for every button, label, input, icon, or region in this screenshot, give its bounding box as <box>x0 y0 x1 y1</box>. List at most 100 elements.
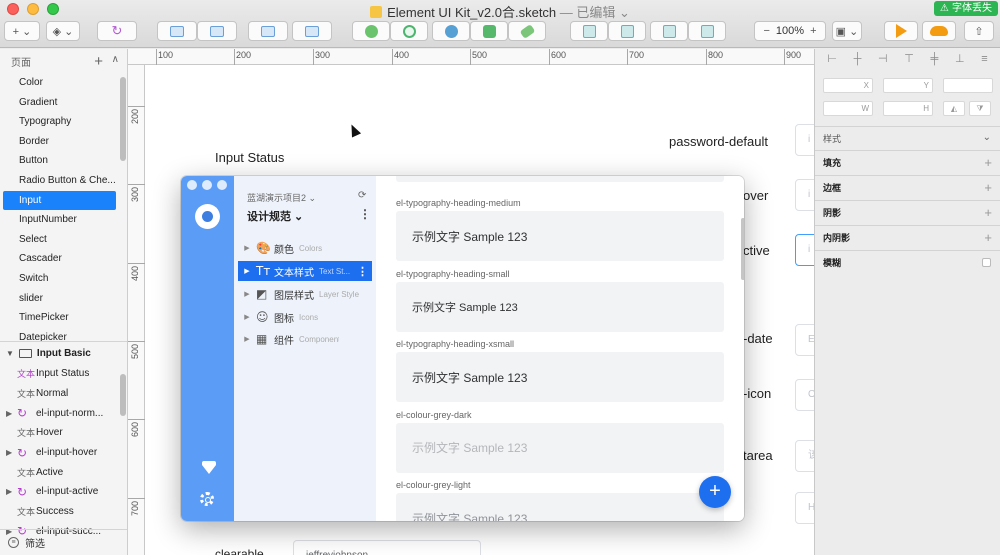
rotate-button[interactable] <box>432 21 470 41</box>
page-item[interactable]: Input <box>3 190 116 211</box>
zoom-out-button[interactable]: − <box>763 25 769 37</box>
caret-right-icon[interactable]: ▶ <box>6 448 17 457</box>
align-left-icon[interactable]: ⊢ <box>827 52 837 65</box>
intersect-button[interactable] <box>650 21 688 41</box>
input-active[interactable]: i <box>795 234 814 266</box>
caret-right-icon[interactable]: ▶ <box>238 313 256 321</box>
transform-button[interactable] <box>390 21 428 41</box>
layer-row[interactable]: 文本 Active <box>0 462 127 482</box>
page-item[interactable]: Cascader <box>0 249 116 269</box>
input-extra[interactable]: H <box>795 492 814 524</box>
page-item[interactable]: Switch <box>0 269 116 289</box>
clearable-input[interactable]: jeffreyjohnson... <box>293 540 481 555</box>
input-default[interactable]: i <box>795 124 814 156</box>
plugin-close-button[interactable] <box>187 180 197 190</box>
add-fill-icon[interactable]: + <box>984 155 992 170</box>
group-button[interactable] <box>248 21 288 41</box>
align-center-icon[interactable]: ┼ <box>854 53 862 65</box>
inspector-section[interactable]: 模糊 <box>815 250 1000 274</box>
add-page-button[interactable]: + <box>94 53 103 70</box>
minimize-window-button[interactable] <box>27 3 39 15</box>
plugin-nav-item[interactable]: ▶ ☺ 图标 Icons <box>238 307 372 327</box>
plugin-nav-item[interactable]: ▶ Tт 文本样式 Text St... ⋮ <box>238 261 372 281</box>
horizontal-ruler[interactable]: 100 200 300 400 500 600 700 800 900 <box>128 49 814 65</box>
edit-button[interactable] <box>352 21 390 41</box>
page-item[interactable]: Radio Button & Che... <box>0 171 116 191</box>
input-hover[interactable]: i <box>795 179 814 211</box>
text-style-card[interactable]: 示例文字 Sample 123 <box>396 352 724 402</box>
missing-font-badge[interactable]: ⚠ 字体丢失 <box>933 1 998 16</box>
layer-row[interactable]: ▶ ↻ el-input-norm... <box>0 403 127 423</box>
preview-button[interactable] <box>884 21 918 41</box>
difference-button[interactable] <box>688 21 726 41</box>
plugin-minimize-button[interactable] <box>202 180 212 190</box>
inspector-section[interactable]: 边框 + <box>815 175 1000 199</box>
add-border-icon[interactable]: + <box>984 180 992 195</box>
checkbox[interactable] <box>982 258 991 267</box>
add-shadow-icon[interactable]: + <box>984 205 992 220</box>
caret-right-icon[interactable]: ▶ <box>238 335 256 343</box>
page-item[interactable]: Color <box>0 73 116 93</box>
page-item[interactable]: TimePicker <box>0 308 116 328</box>
union-button[interactable] <box>570 21 608 41</box>
layer-row[interactable]: ▶ ↻ el-input-active <box>0 482 127 502</box>
subtract-button[interactable] <box>608 21 646 41</box>
layer-row[interactable]: 文本 Input Status <box>0 364 127 384</box>
layer-row[interactable]: 文本 Hover <box>0 423 127 443</box>
inspector-section[interactable]: 填充 + <box>815 150 1000 174</box>
inspector-section[interactable]: 样式 ⌄ <box>815 126 1000 150</box>
plugin-nav-item[interactable]: ▶ ◩ 图层样式 Layer Styles <box>238 284 372 304</box>
page-item[interactable]: slider <box>0 289 116 309</box>
layers-scrollbar[interactable] <box>120 374 126 416</box>
flatten-button[interactable] <box>470 21 508 41</box>
input-textarea[interactable]: 该 <box>795 440 814 472</box>
forward-button[interactable] <box>157 21 197 41</box>
add-inner-shadow-icon[interactable]: + <box>984 230 992 245</box>
layer-row[interactable]: ▶ ↻ el-input-hover <box>0 443 127 463</box>
inspector-section[interactable]: 阴影 + <box>815 200 1000 224</box>
flip-horizontal-button[interactable]: ◭ <box>943 101 965 116</box>
input-date[interactable]: E <box>795 324 814 356</box>
gear-icon[interactable] <box>200 492 214 506</box>
align-middle-icon[interactable]: ╪ <box>931 53 939 65</box>
create-symbol-button[interactable]: ↻ <box>97 21 137 41</box>
plugin-scrollbar[interactable] <box>741 218 744 280</box>
chevron-down-icon[interactable]: ⌄ <box>983 132 991 143</box>
mask-button[interactable] <box>508 21 546 41</box>
caret-right-icon[interactable]: ▶ <box>6 409 17 418</box>
caret-down-icon[interactable]: ▼ <box>6 349 14 358</box>
page-item[interactable]: InputNumber <box>0 210 116 230</box>
page-item[interactable]: Select <box>0 230 116 250</box>
align-top-icon[interactable]: ⊤ <box>904 52 914 65</box>
spec-selector[interactable]: 设计规范 ⌄ <box>247 208 303 224</box>
text-style-card[interactable] <box>396 176 724 182</box>
collapse-pages-button[interactable]: ∧ <box>112 54 119 65</box>
text-style-card[interactable]: 示例文字 Sample 123 <box>396 422 724 473</box>
layer-group-row[interactable]: ▼ Input Basic <box>0 342 127 364</box>
layer-row[interactable]: 文本 Normal <box>0 384 127 404</box>
layer-row[interactable]: 文本 Success <box>0 502 127 522</box>
y-field[interactable]: Y <box>883 78 933 93</box>
align-right-icon[interactable]: ⊣ <box>878 52 888 65</box>
refresh-icon[interactable]: ⟳ <box>358 190 366 201</box>
caret-right-icon[interactable]: ▶ <box>6 487 17 496</box>
vertical-ruler[interactable]: 200 300 400 500 600 700 <box>128 65 145 555</box>
flip-vertical-button[interactable]: ⧩ <box>969 101 991 116</box>
text-style-card[interactable]: 示例文字 Sample 123 <box>396 493 724 521</box>
page-item[interactable]: Border <box>0 132 116 152</box>
diamond-icon[interactable] <box>202 461 216 474</box>
more-vertical-icon[interactable]: ⋮ <box>359 207 371 221</box>
plugin-nav-item[interactable]: ▶▦ 组件 Components <box>238 329 372 349</box>
page-item[interactable]: Typography <box>0 112 116 132</box>
distribute-icon[interactable]: ≡ <box>981 53 987 65</box>
rotation-field[interactable] <box>943 78 993 93</box>
plugin-nav-item[interactable]: ▶ 🎨 颜色 Colors <box>238 238 372 258</box>
page-item[interactable]: Gradient <box>0 93 116 113</box>
filter-bar[interactable]: ≡ 筛选 <box>0 529 127 555</box>
input-with-icon[interactable]: O <box>795 379 814 411</box>
caret-right-icon[interactable]: ▶ <box>238 290 256 298</box>
caret-right-icon[interactable]: ▶ <box>238 244 256 252</box>
view-button[interactable]: ▣ ⌄ <box>832 21 862 41</box>
text-style-card[interactable]: 示例文字 Sample 123 <box>396 211 724 261</box>
zoom-window-button[interactable] <box>47 3 59 15</box>
